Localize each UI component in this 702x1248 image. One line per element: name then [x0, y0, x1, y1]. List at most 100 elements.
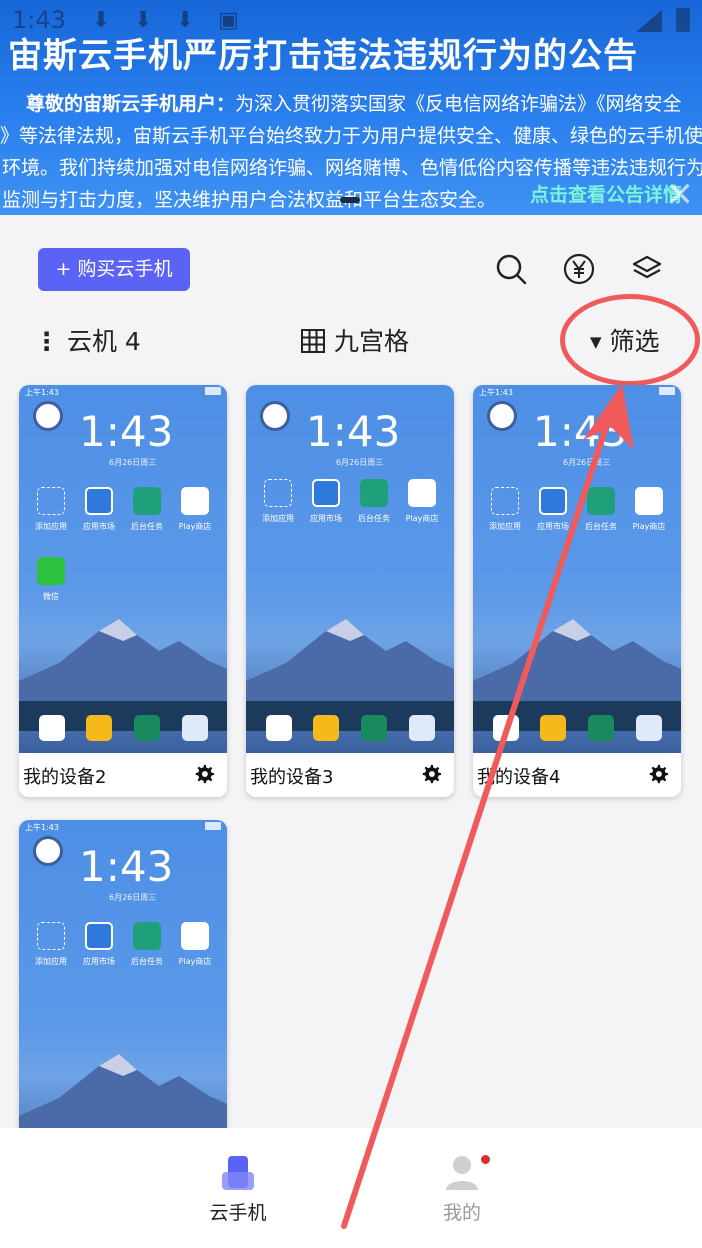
view-announcement-link[interactable]: 点击查看公告详情	[530, 180, 682, 207]
banner-line: 》等法律法规，宙斯云手机平台始终致力于为用户提供安全、健康、绿色的云手机使	[0, 125, 702, 147]
app-label: 添加应用	[489, 522, 521, 531]
device-clock: 1:43	[306, 407, 401, 456]
bottom-nav: 云手机 我的	[0, 1128, 702, 1248]
nav-label: 我的	[442, 1202, 481, 1224]
app-label: Play商店	[405, 514, 439, 523]
device-status-icons	[205, 822, 221, 830]
settings-icon	[361, 715, 387, 741]
app-label: 微信	[43, 592, 59, 601]
device-status-time: 上午1:43	[479, 388, 513, 397]
task-icon	[133, 487, 161, 515]
close-icon[interactable]: ✕	[666, 178, 695, 212]
device-name: 我的设备4	[477, 767, 561, 788]
device-screen[interactable]: 上午1:43 1:43 6月26日周三 添加应用 应用市场 后台任务 Play商…	[19, 385, 227, 753]
notes-icon	[86, 715, 112, 741]
annotation-circle	[560, 294, 700, 386]
gear-icon[interactable]	[420, 763, 442, 785]
add-app-icon	[37, 487, 65, 515]
nav-mine[interactable]: 我的	[382, 1128, 542, 1248]
app-label: 添加应用	[262, 514, 294, 523]
banner-line-text: 为深入贯彻落实国家《反电信网络诈骗法》《网络安全	[235, 93, 682, 115]
gear-icon[interactable]	[193, 763, 215, 785]
device-clock: 1:43	[79, 407, 174, 456]
robot-logo-icon	[487, 401, 517, 431]
app-label: 添加应用	[35, 957, 67, 966]
gallery-icon	[636, 715, 662, 741]
device-card[interactable]: 上午1:43 1:43 6月26日周三 添加应用 应用市场 后台任务 Play商…	[19, 820, 227, 1130]
device-card[interactable]: 上午1:43 1:43 6月26日周三 添加应用 应用市场 后台任务 Play商…	[473, 385, 681, 797]
buy-cloud-phone-button[interactable]: + 购买云手机	[38, 248, 190, 291]
device-card-footer: 我的设备3	[246, 753, 454, 797]
play-store-icon	[635, 487, 663, 515]
robot-logo-icon	[260, 401, 290, 431]
device-status-time: 上午1:43	[25, 388, 59, 397]
device-card-footer: 我的设备4	[473, 753, 681, 797]
add-app-icon	[264, 479, 292, 507]
app-label: Play商店	[178, 957, 212, 966]
mountain-wallpaper	[19, 619, 227, 731]
app-market-icon	[539, 487, 567, 515]
app-label: 应用市场	[310, 514, 342, 523]
device-status-time: 上午1:43	[25, 823, 59, 832]
phone-icon	[222, 1156, 254, 1190]
mountain-wallpaper	[246, 619, 454, 731]
robot-logo-icon	[33, 401, 63, 431]
banner-greeting: 尊敬的宙斯云手机用户：	[26, 93, 236, 115]
user-icon	[446, 1156, 478, 1190]
device-screen[interactable]: 上午1:43 1:43 6月26日周三 添加应用 应用市场 后台任务 Play商…	[19, 820, 227, 1130]
device-count[interactable]: ⋮ 云机 4	[34, 322, 141, 362]
device-name: 我的设备3	[250, 767, 334, 788]
task-icon	[587, 487, 615, 515]
grid-view-label: 九宫格	[333, 327, 409, 356]
search-icon[interactable]	[494, 252, 528, 286]
announcement-banner[interactable]: 1:43 ⬇ ⬇ ⬇ ▣ 宙斯云手机严厉打击违法违规行为的公告 尊敬的宙斯云手机…	[0, 0, 702, 215]
app-label: Play商店	[632, 522, 666, 531]
app-market-icon	[85, 487, 113, 515]
app-label: 应用市场	[83, 957, 115, 966]
app-label: 应用市场	[83, 522, 115, 531]
notes-icon	[313, 715, 339, 741]
notification-badge	[481, 1155, 490, 1164]
app-icon	[266, 715, 292, 741]
carousel-indicator	[340, 197, 360, 203]
mountain-wallpaper	[19, 1054, 227, 1130]
gear-icon[interactable]	[647, 763, 669, 785]
device-date: 6月26日周三	[563, 458, 611, 467]
app-label: 后台任务	[585, 522, 617, 531]
play-store-icon	[181, 922, 209, 950]
gallery-icon	[182, 715, 208, 741]
grid-view-toggle[interactable]: 九宫格	[300, 322, 409, 362]
device-name: 我的设备2	[23, 767, 107, 788]
app-icon	[39, 715, 65, 741]
app-market-icon	[85, 922, 113, 950]
nav-cloud-phone[interactable]: 云手机	[158, 1128, 318, 1248]
task-icon	[360, 479, 388, 507]
app-label: Play商店	[178, 522, 212, 531]
play-store-icon	[181, 487, 209, 515]
app-market-icon	[312, 479, 340, 507]
banner-title: 宙斯云手机严厉打击违法违规行为的公告	[8, 36, 638, 76]
layers-icon[interactable]	[630, 252, 664, 286]
settings-icon	[134, 715, 160, 741]
device-screen[interactable]: 1:43 6月26日周三 添加应用 应用市场 后台任务 Play商店	[246, 385, 454, 753]
device-card[interactable]: 1:43 6月26日周三 添加应用 应用市场 后台任务 Play商店 我的设备3	[246, 385, 454, 797]
add-app-icon	[37, 922, 65, 950]
add-app-icon	[491, 487, 519, 515]
app-label: 后台任务	[358, 514, 390, 523]
nav-label: 云手机	[209, 1202, 267, 1224]
banner-line: 尊敬的宙斯云手机用户：为深入贯彻落实国家《反电信网络诈骗法》《网络安全	[0, 88, 702, 120]
wechat-icon	[37, 557, 65, 585]
device-status-icons	[659, 387, 675, 395]
app-icon	[493, 715, 519, 741]
device-clock: 1:43	[79, 842, 174, 891]
app-label: 后台任务	[131, 957, 163, 966]
device-screen[interactable]: 上午1:43 1:43 6月26日周三 添加应用 应用市场 后台任务 Play商…	[473, 385, 681, 753]
app-label: 应用市场	[537, 522, 569, 531]
task-icon	[133, 922, 161, 950]
device-date: 6月26日周三	[109, 893, 157, 902]
device-count-label: 云机 4	[66, 327, 141, 356]
play-store-icon	[408, 479, 436, 507]
yuan-icon[interactable]	[562, 252, 596, 286]
settings-icon	[588, 715, 614, 741]
device-card[interactable]: 上午1:43 1:43 6月26日周三 添加应用 应用市场 后台任务 Play商…	[19, 385, 227, 797]
